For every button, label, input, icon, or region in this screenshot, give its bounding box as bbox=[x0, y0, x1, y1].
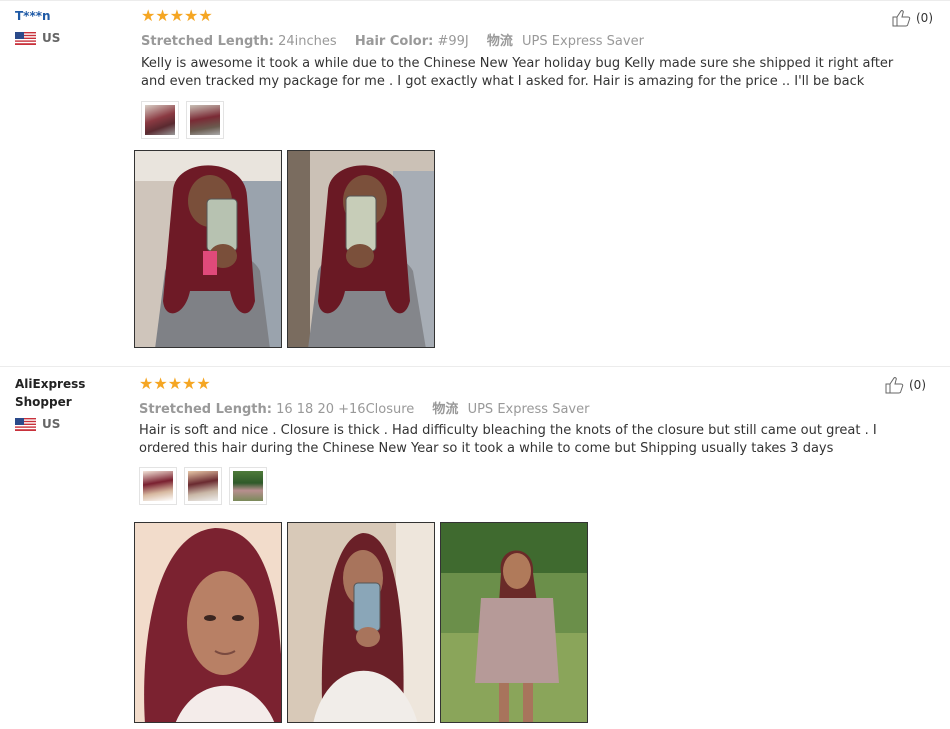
order-attributes: Stretched Length: 24inches Hair Color: #… bbox=[141, 30, 644, 49]
stretched-length-value: 16 18 20 +16Closure bbox=[276, 402, 415, 417]
review-photo[interactable] bbox=[440, 522, 588, 723]
stretched-length-label: Stretched Length: bbox=[139, 402, 272, 417]
review-photo[interactable] bbox=[287, 150, 435, 348]
hair-color-label: Hair Color: bbox=[354, 34, 434, 49]
review-text: Kelly is awesome it took a while due to … bbox=[141, 56, 894, 89]
reviewer-info: AliExpress Shopper US bbox=[15, 375, 95, 431]
photo-thumbnail[interactable] bbox=[141, 101, 179, 139]
star-icon: ★ bbox=[198, 6, 213, 25]
review-photo[interactable] bbox=[134, 522, 282, 723]
thumbs-up-icon bbox=[892, 10, 911, 27]
star-icon: ★ bbox=[196, 374, 211, 393]
like-count: (0) bbox=[909, 378, 926, 392]
like-count: (0) bbox=[916, 11, 933, 25]
star-icon: ★ bbox=[153, 374, 168, 393]
star-icon: ★ bbox=[182, 374, 197, 393]
shipping-value: UPS Express Saver bbox=[467, 402, 590, 417]
review-photo[interactable] bbox=[134, 150, 282, 348]
review-text: Hair is soft and nice . Closure is thick… bbox=[139, 423, 877, 456]
star-icon: ★ bbox=[184, 6, 199, 25]
us-flag-icon bbox=[15, 31, 36, 45]
reviewer-name: AliExpress Shopper bbox=[15, 377, 86, 409]
star-icon: ★ bbox=[141, 6, 156, 25]
selfie-image bbox=[288, 151, 434, 347]
hair-color-value: #99J bbox=[437, 34, 469, 49]
selfie-image bbox=[288, 523, 434, 722]
shipping-label: 物流 bbox=[432, 402, 459, 417]
photo-thumbnails bbox=[141, 101, 231, 139]
shipping-value: UPS Express Saver bbox=[522, 34, 644, 49]
stretched-length-label: Stretched Length: bbox=[141, 34, 274, 49]
selfie-image bbox=[135, 523, 281, 722]
star-icon: ★ bbox=[139, 374, 154, 393]
reviewer-country: US bbox=[15, 31, 60, 45]
star-icon: ★ bbox=[155, 6, 170, 25]
order-attributes: Stretched Length: 16 18 20 +16Closure 物流… bbox=[139, 398, 589, 417]
review-item: T***n US ★ ★ ★ ★ ★ Stretched Length: 24i… bbox=[0, 0, 950, 360]
like-button[interactable]: (0) bbox=[885, 376, 926, 394]
review-photos bbox=[134, 150, 440, 348]
outdoor-photo bbox=[441, 523, 587, 722]
review-item: AliExpress Shopper US ★ ★ ★ ★ ★ Stretche… bbox=[0, 366, 950, 729]
country-code: US bbox=[42, 417, 61, 431]
photo-thumbnail[interactable] bbox=[184, 467, 222, 505]
like-button[interactable]: (0) bbox=[892, 9, 933, 27]
review-photo[interactable] bbox=[287, 522, 435, 723]
selfie-image bbox=[135, 151, 281, 347]
reviewer-country: US bbox=[15, 417, 95, 431]
photo-thumbnail[interactable] bbox=[186, 101, 224, 139]
country-code: US bbox=[42, 31, 61, 45]
star-icon: ★ bbox=[167, 374, 183, 393]
shipping-label: 物流 bbox=[486, 34, 513, 49]
reviewer-info: T***n US bbox=[15, 7, 60, 45]
star-rating: ★ ★ ★ ★ ★ bbox=[139, 376, 211, 392]
us-flag-icon bbox=[15, 417, 36, 431]
star-rating: ★ ★ ★ ★ ★ bbox=[141, 8, 213, 24]
star-icon: ★ bbox=[169, 6, 185, 25]
thumbs-up-icon bbox=[885, 377, 904, 394]
reviewer-name[interactable]: T***n bbox=[15, 7, 60, 25]
photo-thumbnail[interactable] bbox=[139, 467, 177, 505]
photo-thumbnail[interactable] bbox=[229, 467, 267, 505]
photo-thumbnails bbox=[139, 467, 274, 505]
stretched-length-value: 24inches bbox=[278, 34, 337, 49]
review-photos bbox=[134, 522, 593, 723]
